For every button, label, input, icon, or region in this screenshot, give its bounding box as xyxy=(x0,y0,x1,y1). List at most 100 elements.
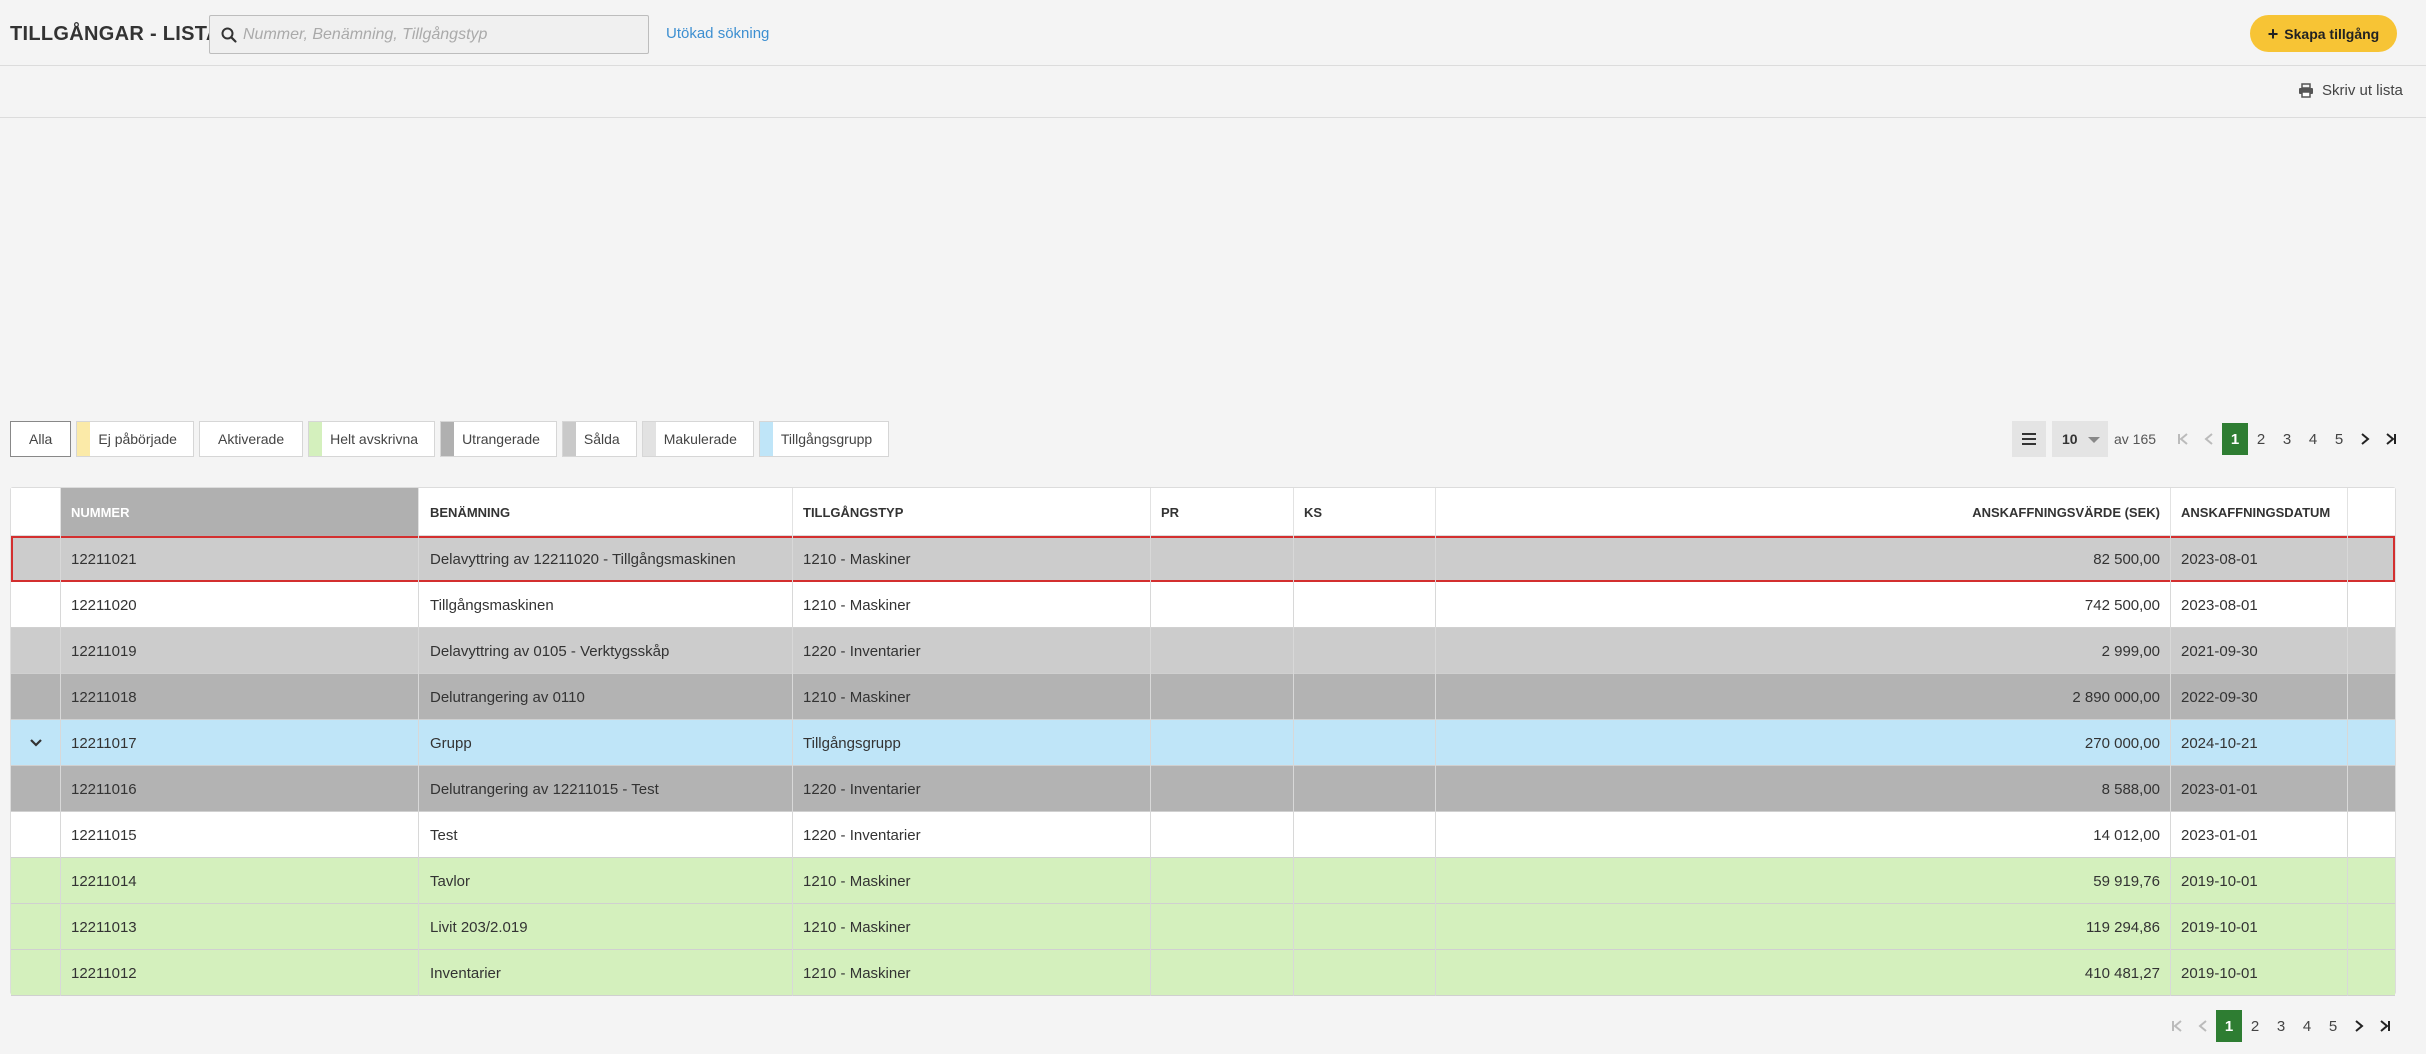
cell-datum: 2021-09-30 xyxy=(2171,628,2348,674)
first-page-button[interactable] xyxy=(2164,1010,2190,1042)
cell-ks xyxy=(1294,536,1436,582)
cell-pr xyxy=(1151,582,1294,628)
cell-pr xyxy=(1151,858,1294,904)
menu-icon xyxy=(2022,433,2036,445)
column-header-datum[interactable]: ANSKAFFNINGSDATUM xyxy=(2171,488,2348,536)
cell-ks xyxy=(1294,904,1436,950)
filter-sålda[interactable]: Sålda xyxy=(561,421,637,457)
table-row[interactable]: 12211014 Tavlor 1210 - Maskiner 59 919,76 20… xyxy=(11,858,2395,904)
cell-pr xyxy=(1151,812,1294,858)
filter-utrangerade[interactable]: Utrangerade xyxy=(440,421,557,457)
cell-ks xyxy=(1294,674,1436,720)
filter-label: Makulerade xyxy=(663,431,737,447)
cell-benamning: Tavlor xyxy=(419,858,793,904)
page-header: TILLGÅNGAR - LISTA Utökad sökning + Skap… xyxy=(0,0,2426,66)
page-4-button[interactable]: 4 xyxy=(2300,423,2326,455)
cell-spacer xyxy=(2348,536,2397,582)
table-row[interactable]: 12211015 Test 1220 - Inventarier 14 012,00 2… xyxy=(11,812,2395,858)
cell-typ: 1220 - Inventarier xyxy=(793,766,1151,812)
table-row[interactable]: 12211012 Inventarier 1210 - Maskiner 410 48… xyxy=(11,950,2395,996)
cell-nummer: 12211012 xyxy=(61,950,419,996)
table-row[interactable]: 12211013 Livit 203/2.019 1210 - Maskiner 11… xyxy=(11,904,2395,950)
cell-varde: 270 000,00 xyxy=(1436,720,2171,766)
cell-pr xyxy=(1151,904,1294,950)
next-page-button[interactable] xyxy=(2352,423,2378,455)
page-2-button[interactable]: 2 xyxy=(2242,1010,2268,1042)
page-3-button[interactable]: 3 xyxy=(2274,423,2300,455)
row-expand-cell xyxy=(11,582,61,628)
chevron-down-icon xyxy=(29,739,42,747)
last-page-button[interactable] xyxy=(2372,1010,2398,1042)
page-title: TILLGÅNGAR - LISTA xyxy=(10,23,221,45)
page-2-button[interactable]: 2 xyxy=(2248,423,2274,455)
print-list-button[interactable]: Skriv ut lista xyxy=(2298,82,2403,99)
search-icon xyxy=(221,27,237,43)
filter-alla[interactable]: Alla xyxy=(10,421,72,457)
cell-spacer xyxy=(2348,720,2397,766)
column-header-pr[interactable]: PR xyxy=(1151,488,1294,536)
cell-varde: 82 500,00 xyxy=(1436,536,2171,582)
filter-tillgångsgrupp[interactable]: Tillgångsgrupp xyxy=(758,421,890,457)
table-row[interactable]: 12211019 Delavyttring av 0105 - Verktygss… xyxy=(11,628,2395,674)
first-page-icon xyxy=(2172,1020,2182,1032)
last-page-button[interactable] xyxy=(2378,423,2404,455)
cell-datum: 2023-01-01 xyxy=(2171,812,2348,858)
filter-color-swatch xyxy=(642,422,656,456)
table-row[interactable]: 12211017 Grupp Tillgångsgrupp 270 000,00 202… xyxy=(11,720,2395,766)
table-row[interactable]: 12211021 Delavyttring av 12211020 - Tillg… xyxy=(11,536,2395,582)
filter-helt-avskrivna[interactable]: Helt avskrivna xyxy=(308,421,436,457)
prev-page-button[interactable] xyxy=(2190,1010,2216,1042)
row-expand-cell xyxy=(11,674,61,720)
cell-varde: 2 999,00 xyxy=(1436,628,2171,674)
cell-spacer xyxy=(2348,950,2397,996)
table-row[interactable]: 12211016 Delutrangering av 12211015 - Tes… xyxy=(11,766,2395,812)
cell-typ: 1210 - Maskiner xyxy=(793,674,1151,720)
filter-color-swatch xyxy=(309,422,323,456)
cell-pr xyxy=(1151,628,1294,674)
table-row[interactable]: 12211018 Delutrangering av 0110 1210 - Mas… xyxy=(11,674,2395,720)
filter-ej-påbörjade[interactable]: Ej påbörjade xyxy=(76,421,194,457)
cell-pr xyxy=(1151,674,1294,720)
cell-typ: 1210 - Maskiner xyxy=(793,858,1151,904)
page-5-button[interactable]: 5 xyxy=(2320,1010,2346,1042)
page-4-button[interactable]: 4 xyxy=(2294,1010,2320,1042)
cell-benamning: Inventarier xyxy=(419,950,793,996)
column-header-benamning[interactable]: BENÄMNING xyxy=(419,488,793,536)
page-1-button[interactable]: 1 xyxy=(2222,423,2249,455)
filter-makulerade[interactable]: Makulerade xyxy=(641,421,754,457)
page-1-button[interactable]: 1 xyxy=(2216,1010,2242,1042)
cell-nummer: 12211019 xyxy=(61,628,419,674)
cell-ks xyxy=(1294,628,1436,674)
column-header-ks[interactable]: KS xyxy=(1294,488,1436,536)
column-header-varde[interactable]: ANSKAFFNINGSVÄRDE (SEK) xyxy=(1436,488,2171,536)
page-size-select[interactable]: 10 xyxy=(2052,421,2108,457)
first-page-icon xyxy=(2178,433,2188,445)
first-page-button[interactable] xyxy=(2170,423,2196,455)
column-header-typ[interactable]: TILLGÅNGSTYP xyxy=(793,488,1151,536)
filter-label: Ej påbörjade xyxy=(98,431,177,447)
cell-ks xyxy=(1294,858,1436,904)
table-row[interactable]: 12211020 Tillgångsmaskinen 1210 - Maskiner… xyxy=(11,582,2395,628)
search-box[interactable] xyxy=(209,15,649,54)
column-menu-button[interactable] xyxy=(2012,421,2046,457)
prev-page-button[interactable] xyxy=(2196,423,2222,455)
advanced-search-link[interactable]: Utökad sökning xyxy=(666,25,769,42)
page-5-button[interactable]: 5 xyxy=(2326,423,2352,455)
cell-datum: 2023-08-01 xyxy=(2171,582,2348,628)
cell-ks xyxy=(1294,720,1436,766)
column-header-nummer[interactable]: NUMMER xyxy=(61,488,419,536)
create-asset-button[interactable]: + Skapa tillgång xyxy=(2250,15,2397,52)
cell-benamning: Delavyttring av 0105 - Verktygsskåp xyxy=(419,628,793,674)
row-expand-cell[interactable] xyxy=(11,720,61,766)
cell-benamning: Livit 203/2.019 xyxy=(419,904,793,950)
cell-varde: 59 919,76 xyxy=(1436,858,2171,904)
printer-icon xyxy=(2299,83,2313,98)
cell-nummer: 12211016 xyxy=(61,766,419,812)
page-3-button[interactable]: 3 xyxy=(2268,1010,2294,1042)
cell-datum: 2019-10-01 xyxy=(2171,950,2348,996)
filter-label: Helt avskrivna xyxy=(330,431,419,447)
next-page-button[interactable] xyxy=(2346,1010,2372,1042)
filter-aktiverade[interactable]: Aktiverade xyxy=(198,421,304,457)
search-input[interactable] xyxy=(243,16,643,53)
create-asset-label: Skapa tillgång xyxy=(2284,25,2380,42)
